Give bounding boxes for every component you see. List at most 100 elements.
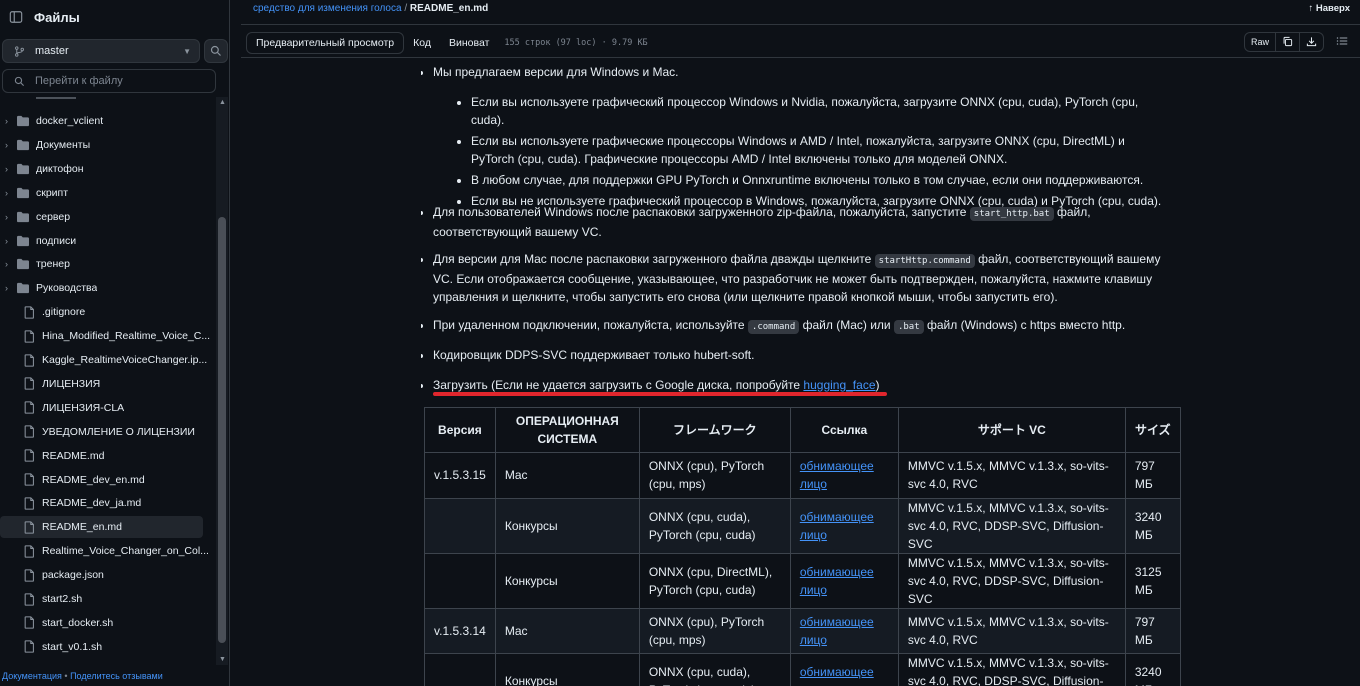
copy-button[interactable]	[1276, 33, 1300, 51]
tree-file[interactable]: package.json	[0, 564, 214, 586]
tree-item-label: README_dev_ja.md	[42, 497, 142, 510]
tab-code[interactable]: Код	[404, 32, 440, 54]
tree-file[interactable]: ЛИЦЕНЗИЯ	[0, 373, 214, 395]
docs-link[interactable]: Документация	[2, 671, 62, 681]
code-command: .command	[747, 320, 800, 334]
tree-folder[interactable]: › Руководства	[0, 277, 214, 299]
download-link[interactable]: обнимающее лицо	[800, 665, 874, 686]
text: При удаленном подключении, пожалуйста, и…	[433, 318, 745, 332]
folder-icon	[14, 211, 32, 223]
cell-link: обнимающее лицо	[789, 497, 899, 554]
table-row: Конкурсы ONNX (cpu, DirectML), PyTorch (c…	[424, 552, 1181, 609]
tree-file[interactable]: start_docker.sh	[0, 612, 214, 634]
tab-blame[interactable]: Виноват	[440, 32, 498, 54]
sub-bullet: Если вы используете графический процессо…	[471, 93, 1171, 129]
bullet-mac-run: Для версии для Mac после распаковки загр…	[433, 250, 1173, 306]
tree-folder[interactable]: › диктофон	[0, 158, 214, 180]
tree-file[interactable]: УВЕДОМЛЕНИЕ О ЛИЦЕНЗИИ	[0, 421, 214, 443]
file-icon	[20, 568, 38, 582]
tree-folder[interactable]: › Документы	[0, 134, 214, 156]
search-icon	[208, 43, 224, 59]
tree-file[interactable]: Kaggle_RealtimeVoiceChanger.ip...	[0, 349, 214, 371]
scroll-up-icon[interactable]: ▲	[219, 99, 226, 106]
file-icon	[20, 616, 38, 630]
cell-os: Mac	[494, 607, 640, 654]
tree-item-label: .gitignore	[42, 306, 86, 319]
tree-item-label: package.json	[42, 569, 104, 582]
tree-file[interactable]: start2.sh	[0, 588, 214, 610]
chevron-right-icon: ›	[5, 139, 8, 150]
scrollbar-thumb[interactable]	[218, 217, 226, 643]
file-icon	[20, 545, 38, 558]
cell-version: v.1.5.3.15	[424, 452, 496, 499]
tree-folder[interactable]: › подписи	[0, 230, 214, 252]
collapse-sidebar-icon[interactable]	[8, 9, 24, 25]
tree-file[interactable]: README.md	[0, 445, 214, 467]
tree-folder[interactable]: › тренер	[0, 253, 214, 275]
tree-file[interactable]: ЛИЦЕНЗИЯ-CLA	[0, 397, 214, 419]
cell-os: Конкурсы	[494, 497, 640, 554]
breadcrumb-repo-link[interactable]: средство для изменения голоса	[253, 3, 402, 14]
tree-file[interactable]: start_v0.1.sh	[0, 636, 214, 658]
text: файл (Windows) с https вместо http.	[927, 318, 1126, 332]
list: Мы предлагаем версии для Windows и Mac.	[433, 63, 1173, 81]
file-icon	[20, 377, 38, 391]
file-toolbar: Предварительный просмотр Код Виноват 155…	[241, 24, 1360, 58]
search-files-button[interactable]	[204, 39, 228, 63]
raw-button[interactable]: Raw	[1245, 33, 1276, 51]
readme-content: Мы предлагаем версии для Windows и Mac. …	[421, 60, 1181, 686]
code-start-http-bat: start_http.bat	[969, 207, 1054, 221]
branch-selector[interactable]: master ▼	[2, 39, 200, 63]
download-link[interactable]: обнимающее лицо	[800, 615, 874, 647]
tree-file-selected[interactable]: README_en.md	[0, 516, 203, 539]
tab-preview[interactable]: Предварительный просмотр	[246, 32, 405, 54]
header-link: Ссылка	[789, 407, 899, 453]
tree-file[interactable]: Hina_Modified_Realtime_Voice_C...	[0, 325, 214, 347]
sidebar-scrollbar[interactable]: ▲ ▼	[216, 97, 228, 665]
cell-support-vc: MMVC v.1.5.x, MMVC v.1.3.x, so-vits-svc …	[897, 607, 1126, 654]
back-to-top-button[interactable]: ↑ Наверх	[1309, 3, 1351, 14]
sidebar-header: Файлы	[0, 0, 229, 34]
download-link[interactable]: обнимающее лицо	[800, 565, 874, 597]
tree-item-label: подписи	[36, 234, 77, 247]
cell-support-vc: MMVC v.1.5.x, MMVC v.1.3.x, so-vits-svc …	[897, 497, 1126, 554]
list: Если вы используете графический процессо…	[471, 93, 1171, 210]
file-icon	[20, 497, 38, 510]
tree-folder[interactable]: › docker_vclient	[0, 110, 214, 132]
feedback-link[interactable]: Поделитесь отзывами	[70, 671, 163, 681]
cell-size: 797 МБ	[1124, 452, 1181, 499]
list: Для пользователей Windows после распаков…	[433, 203, 1173, 241]
hugging-face-link[interactable]: hugging_face	[803, 378, 875, 392]
tree-file[interactable]: .gitignore	[0, 301, 214, 323]
tree-item-label: start_v0.1.sh	[42, 640, 103, 653]
code-bat: .bat	[893, 320, 924, 334]
header-framework: フレームワーク	[638, 407, 791, 453]
download-link[interactable]: обнимающее лицо	[800, 459, 874, 491]
header-support-vc: サポート VC	[897, 407, 1126, 453]
tree-item-label: тренер	[36, 258, 70, 271]
breadcrumb-file: README_en.md	[409, 3, 489, 14]
sub-bullet: В любом случае, для поддержки GPU PyTorc…	[471, 171, 1171, 189]
tree-item-label: start_docker.sh	[42, 616, 114, 629]
tree-file[interactable]: Realtime_Voice_Changer_on_Col...	[0, 540, 214, 562]
tree-file[interactable]: README_dev_ja.md	[0, 492, 214, 514]
download-button[interactable]	[1300, 33, 1323, 51]
tree-item-label: Руководства	[36, 282, 98, 295]
sub-bullet: Если вы используете графические процессо…	[471, 132, 1171, 168]
goto-file-input[interactable]: Перейти к файлу	[2, 69, 216, 93]
cell-version: v.1.5.3.14	[424, 607, 496, 654]
outline-button[interactable]	[1332, 35, 1352, 50]
tree-file[interactable]: README_dev_en.md	[0, 469, 214, 491]
tree-folder[interactable]: › скрипт	[0, 182, 214, 204]
scroll-down-icon[interactable]: ▼	[219, 656, 226, 663]
cell-support-vc: MMVC v.1.5.x, MMVC v.1.3.x, so-vits-svc …	[897, 452, 1126, 499]
header-os: ОПЕРАЦИОННАЯ СИСТЕМА	[494, 407, 640, 453]
tree-folder[interactable]: › сервер	[0, 206, 214, 228]
download-link[interactable]: обнимающее лицо	[800, 510, 874, 542]
table-row: КонкурсыONNX (cpu, cuda), PyTorch (cpu, …	[424, 497, 1181, 554]
tree-item-label: диктофон	[36, 162, 84, 175]
list: При удаленном подключении, пожалуйста, и…	[433, 316, 1173, 336]
cell-framework: ONNX (cpu, cuda), PyTorch (cpu, cuda)	[638, 653, 791, 686]
text: файл (Mac) или	[802, 318, 891, 332]
table-row: v.1.5.3.15 Mac ONNX (cpu), PyTorch (cpu, m…	[424, 452, 1181, 499]
